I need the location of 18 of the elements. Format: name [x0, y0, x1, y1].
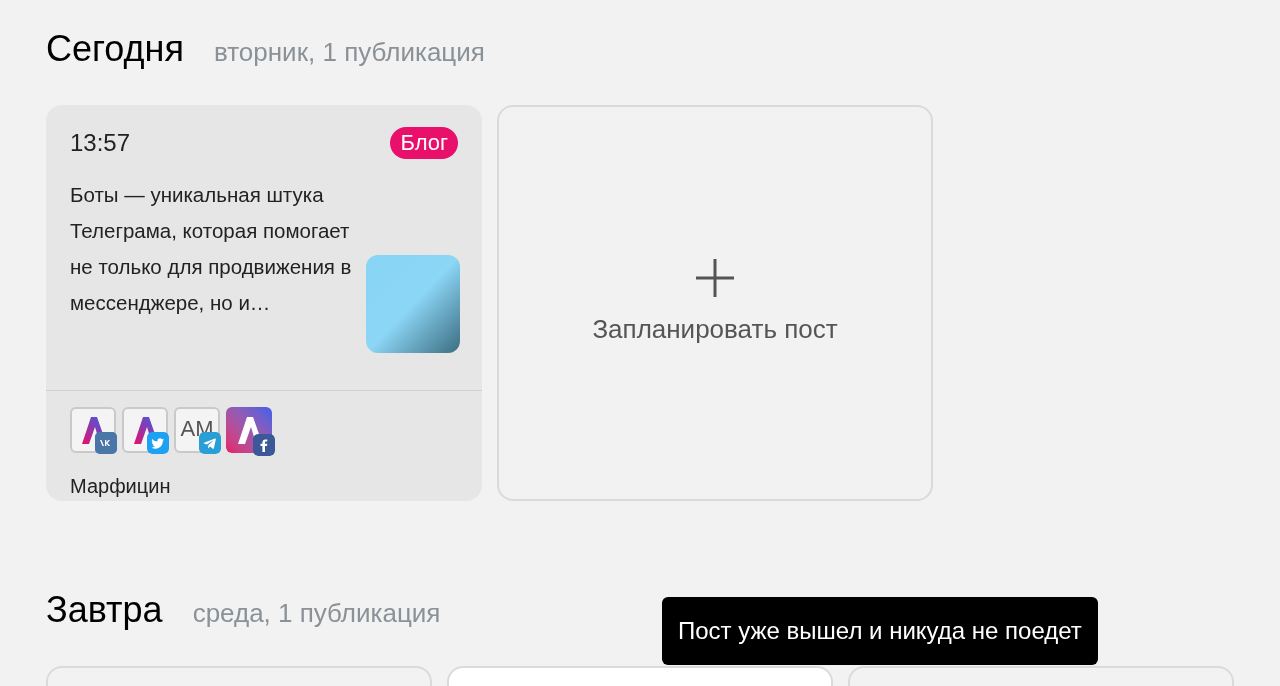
- section-title: Завтра: [46, 588, 163, 632]
- post-text: Боты — уникальная штука Телеграма, которая помогает не только для продвижения в мессенджере, но и…: [70, 182, 353, 316]
- channel-avatar[interactable]: [226, 407, 272, 453]
- section-subtitle: среда, 1 публикация: [192, 597, 441, 630]
- post-time: 13:57: [70, 128, 131, 158]
- channel-avatar[interactable]: [122, 407, 168, 453]
- section-subtitle: вторник, 1 публикация: [214, 36, 485, 69]
- letter-f-badge-icon: [253, 434, 275, 456]
- author-name: Марфицин: [69, 474, 172, 499]
- schedule-post-button[interactable]: Запланировать пост: [497, 105, 933, 501]
- channel-avatar[interactable]: [70, 407, 116, 453]
- letter-a-logo-icon: [236, 415, 262, 445]
- section-title: Сегодня: [46, 27, 184, 71]
- category-tag: Блог: [390, 127, 458, 159]
- bird-badge-icon: [147, 432, 169, 454]
- tooltip: Пост уже вышел и никуда не поедет: [662, 597, 1098, 665]
- plus-icon: [695, 257, 735, 298]
- vk-badge-icon: [95, 432, 117, 454]
